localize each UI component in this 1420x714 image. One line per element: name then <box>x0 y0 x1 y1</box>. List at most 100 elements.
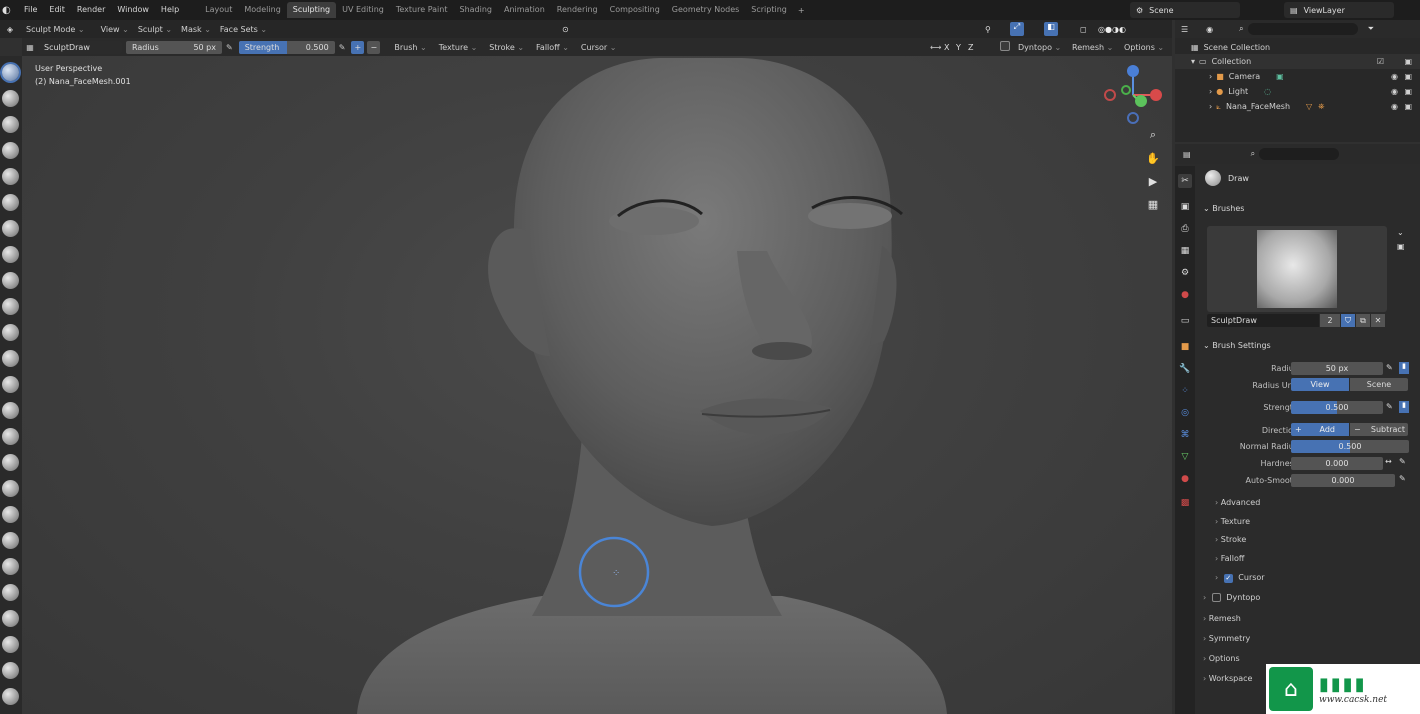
outliner-row-mesh[interactable]: › ⟀ Nana_FaceMesh ▽ ⛯ ◉ ▣ <box>1175 99 1420 114</box>
particles-tab-icon[interactable]: ⁘ <box>1178 384 1192 398</box>
camera-view-icon[interactable]: ▶ <box>1144 172 1162 190</box>
brush-settings-panel-header[interactable]: ⌄ Brush Settings <box>1203 341 1271 350</box>
falloff-dropdown[interactable]: Falloff <box>530 43 575 52</box>
menu-view[interactable]: View <box>95 25 132 34</box>
sculpt-tool-icon[interactable] <box>2 116 19 133</box>
sculpt-tool-icon[interactable] <box>2 688 19 705</box>
constraints-tab-icon[interactable]: ⌘ <box>1178 428 1192 442</box>
outliner-row-camera[interactable]: › ■ Camera ▣ ◉ ▣ <box>1175 69 1420 84</box>
modifier-tab-icon[interactable]: 🔧 <box>1178 362 1192 376</box>
radius-unit-toggle-icon[interactable]: ▮ <box>1399 362 1409 374</box>
camera-restrict-icon[interactable]: ▣ <box>1404 57 1412 66</box>
properties-search-input[interactable] <box>1259 148 1340 160</box>
panel-dyntopo[interactable]: › Dyntopo <box>1203 593 1260 602</box>
radius-pressure-icon[interactable]: ✎ <box>1386 363 1393 372</box>
panel-workspace[interactable]: Workspace <box>1203 674 1253 683</box>
outliner-search-input[interactable] <box>1247 23 1358 35</box>
visibility-eye-icon[interactable]: ◉ <box>1391 102 1398 111</box>
radius-slider[interactable]: 50 px <box>1291 362 1383 375</box>
sculpt-tool-icon[interactable] <box>2 662 19 679</box>
brush-name-field[interactable]: SculptDraw <box>38 40 122 54</box>
direction-subtract-button[interactable]: − <box>367 40 381 54</box>
menu-help[interactable]: Help <box>155 0 185 20</box>
subpanel-texture[interactable]: Texture <box>1215 517 1250 526</box>
sculpt-tool-icon[interactable] <box>2 636 19 653</box>
radius-field[interactable]: Radius 50 px <box>126 40 222 54</box>
panel-symmetry[interactable]: Symmetry <box>1203 634 1250 643</box>
hardness-pressure-icon[interactable]: ✎ <box>1399 457 1406 466</box>
tab-scripting[interactable]: Scripting <box>745 2 793 18</box>
xray-toggle-icon[interactable]: ◧ <box>1044 22 1058 36</box>
shading-modes-icon[interactable]: ◎●◑◐ <box>1098 25 1126 34</box>
stroke-dropdown[interactable]: Stroke <box>483 43 530 52</box>
autosmooth-pressure-icon[interactable]: ✎ <box>1399 474 1406 483</box>
radius-unit-view-button[interactable]: View <box>1291 378 1349 391</box>
sculpt-tool-icon[interactable] <box>2 220 19 237</box>
render-camera-icon[interactable]: ▣ <box>1404 102 1412 111</box>
sculpt-tool-icon[interactable] <box>2 558 19 575</box>
axis-x-toggle[interactable]: X <box>944 43 949 52</box>
tab-animation[interactable]: Animation <box>498 2 551 18</box>
sculpt-tool-icon[interactable] <box>2 506 19 523</box>
material-tab-icon[interactable]: ● <box>1178 472 1192 486</box>
tab-layout[interactable]: Layout <box>199 2 238 18</box>
sculpt-tool-icon[interactable] <box>2 246 19 263</box>
physics-tab-icon[interactable]: ◎ <box>1178 406 1192 420</box>
menu-edit[interactable]: Edit <box>43 0 71 20</box>
visibility-eye-icon[interactable]: ◉ <box>1391 72 1398 81</box>
brush-dropdown[interactable]: Brush <box>388 43 432 52</box>
sculpt-tool-icon[interactable] <box>2 142 19 159</box>
unlink-brush-icon[interactable]: ✕ <box>1371 314 1385 327</box>
output-tab-icon[interactable]: ⎙ <box>1178 222 1192 236</box>
editor-type-icon[interactable]: ◈ <box>0 25 20 34</box>
tab-uv-editing[interactable]: UV Editing <box>336 2 390 18</box>
scene-selector[interactable]: ⚙ Scene <box>1130 2 1240 18</box>
dyntopo-checkbox[interactable] <box>1211 593 1221 602</box>
menu-render[interactable]: Render <box>71 0 111 20</box>
brush-preview-list-icon[interactable]: ▣ <box>1397 242 1405 251</box>
sculpt-tool-icon[interactable] <box>2 324 19 341</box>
blender-logo-icon[interactable]: ◐ <box>2 5 18 16</box>
menu-face-sets[interactable]: Face Sets <box>214 25 270 34</box>
sculpt-tool-icon[interactable] <box>2 532 19 549</box>
checkbox-icon[interactable]: ☑ <box>1377 57 1384 66</box>
view-layer-selector[interactable]: ▤ ViewLayer <box>1284 2 1394 18</box>
sculpt-tool-icon[interactable] <box>2 584 19 601</box>
menu-window[interactable]: Window <box>111 0 155 20</box>
strength-slider[interactable]: 0.500 <box>1291 401 1383 414</box>
sculpt-tool-icon[interactable] <box>2 454 19 471</box>
overlay-toggle-icon[interactable]: ⤢ <box>1010 22 1024 36</box>
render-camera-icon[interactable]: ▣ <box>1404 72 1412 81</box>
direction-subtract-button[interactable]: − Subtract <box>1350 423 1408 436</box>
direction-add-button[interactable]: + <box>351 40 365 54</box>
scene-tab-icon[interactable]: ⚙ <box>1178 266 1192 280</box>
sculpt-tool-icon[interactable] <box>2 350 19 367</box>
duplicate-brush-icon[interactable]: ⧉ <box>1356 314 1370 327</box>
sculpt-tool-icon[interactable] <box>2 610 19 627</box>
render-camera-icon[interactable]: ▣ <box>1404 87 1412 96</box>
shading-solid-icon[interactable]: ◻ <box>1080 25 1087 34</box>
properties-editor-icon[interactable]: ▤ <box>1183 150 1191 159</box>
strength-pressure-icon[interactable]: ✎ <box>339 43 346 52</box>
subpanel-cursor[interactable]: › ✓ Cursor <box>1215 573 1265 583</box>
strength-pressure-icon[interactable]: ✎ <box>1386 402 1393 411</box>
transform-pivot-icon[interactable]: ⊙ <box>562 25 569 34</box>
radius-pressure-icon[interactable]: ✎ <box>226 43 233 52</box>
pan-hand-icon[interactable]: ✋ <box>1144 149 1162 167</box>
3d-viewport[interactable]: ⁘ User Perspective (2) Nana_FaceMesh.001… <box>22 56 1172 714</box>
tab-shading[interactable]: Shading <box>453 2 498 18</box>
outliner-row-scene-collection[interactable]: ▦ Scene Collection <box>1175 40 1420 55</box>
radius-unit-scene-button[interactable]: Scene <box>1350 378 1408 391</box>
remesh-dropdown[interactable]: Remesh <box>1066 43 1119 52</box>
render-tab-icon[interactable]: ▣ <box>1178 200 1192 214</box>
subpanel-stroke[interactable]: Stroke <box>1215 535 1247 544</box>
subpanel-advanced[interactable]: Advanced <box>1215 498 1261 507</box>
perspective-grid-icon[interactable]: ▦ <box>1144 195 1162 213</box>
add-workspace-icon[interactable]: + <box>793 6 810 15</box>
sculpt-tool-icon[interactable] <box>2 428 19 445</box>
fake-user-shield-icon[interactable]: ⛉ <box>1341 314 1355 327</box>
subpanel-falloff[interactable]: Falloff <box>1215 554 1245 563</box>
strength-field[interactable]: Strength 0.500 <box>238 40 335 54</box>
tab-geometry-nodes[interactable]: Geometry Nodes <box>666 2 745 18</box>
expand-arrow-icon[interactable]: › <box>1209 72 1212 81</box>
